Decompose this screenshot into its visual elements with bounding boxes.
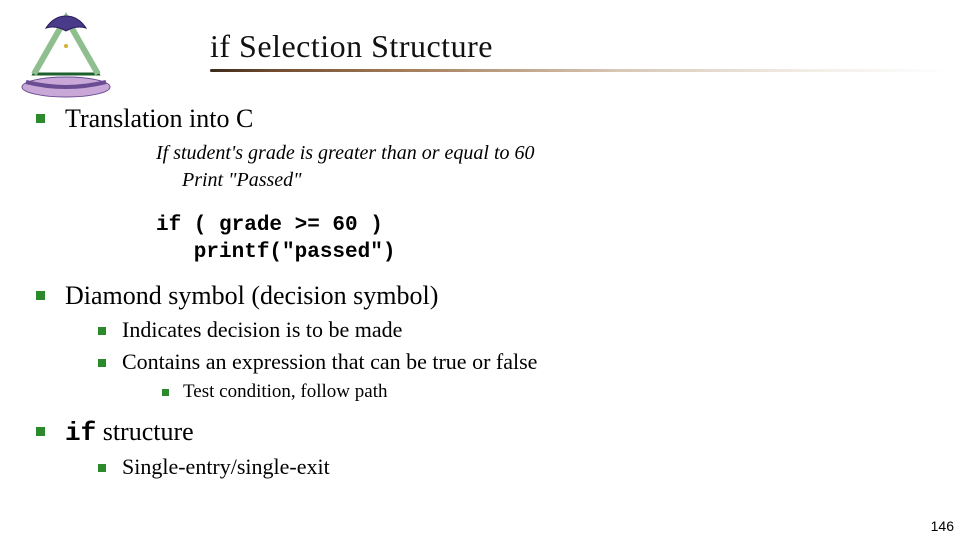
bullet-text: Translation into C xyxy=(65,104,253,134)
bullet-text: Test condition, follow path xyxy=(183,381,387,403)
title-underline xyxy=(210,69,950,72)
slide: if Selection Structure Translation into … xyxy=(0,0,960,540)
bullet-icon xyxy=(98,327,106,335)
content-area: Translation into C If student's grade is… xyxy=(36,104,930,482)
bullet-icon xyxy=(98,359,106,367)
pseudocode-block: If student's grade is greater than or eq… xyxy=(156,140,930,194)
code-line: printf("passed") xyxy=(156,241,395,264)
bullet-text: Indicates decision is to be made xyxy=(122,317,402,343)
bullet-text-rest: structure xyxy=(96,417,193,446)
bullet-text: Contains an expression that can be true … xyxy=(122,349,537,375)
pseudocode-line: Print "Passed" xyxy=(156,167,930,194)
bullet-icon xyxy=(36,291,45,300)
bullet-translation: Translation into C xyxy=(36,104,930,134)
bullet-text: if structure xyxy=(65,417,194,448)
code-keyword: if xyxy=(65,418,96,448)
bullet-text: Diamond symbol (decision symbol) xyxy=(65,281,438,311)
bullet-icon xyxy=(162,389,169,396)
subbullet-indicates: Indicates decision is to be made xyxy=(98,317,930,343)
university-logo xyxy=(16,0,116,100)
bullet-icon xyxy=(36,427,45,436)
subbullet-contains: Contains an expression that can be true … xyxy=(98,349,930,375)
subbullet-single-entry: Single-entry/single-exit xyxy=(98,454,930,480)
page-number: 146 xyxy=(931,518,954,534)
pseudocode-line: If student's grade is greater than or eq… xyxy=(156,140,930,167)
title-area: if Selection Structure xyxy=(210,28,930,72)
subsubbullet-test: Test condition, follow path xyxy=(162,381,930,403)
bullet-if-structure: if structure xyxy=(36,417,930,448)
bullet-icon xyxy=(98,464,106,472)
bullet-icon xyxy=(36,114,45,123)
bullet-diamond: Diamond symbol (decision symbol) xyxy=(36,281,930,311)
bullet-text: Single-entry/single-exit xyxy=(122,454,330,480)
code-block: if ( grade >= 60 ) printf("passed") xyxy=(156,212,930,267)
slide-title: if Selection Structure xyxy=(210,28,930,65)
code-line: if ( grade >= 60 ) xyxy=(156,214,383,237)
